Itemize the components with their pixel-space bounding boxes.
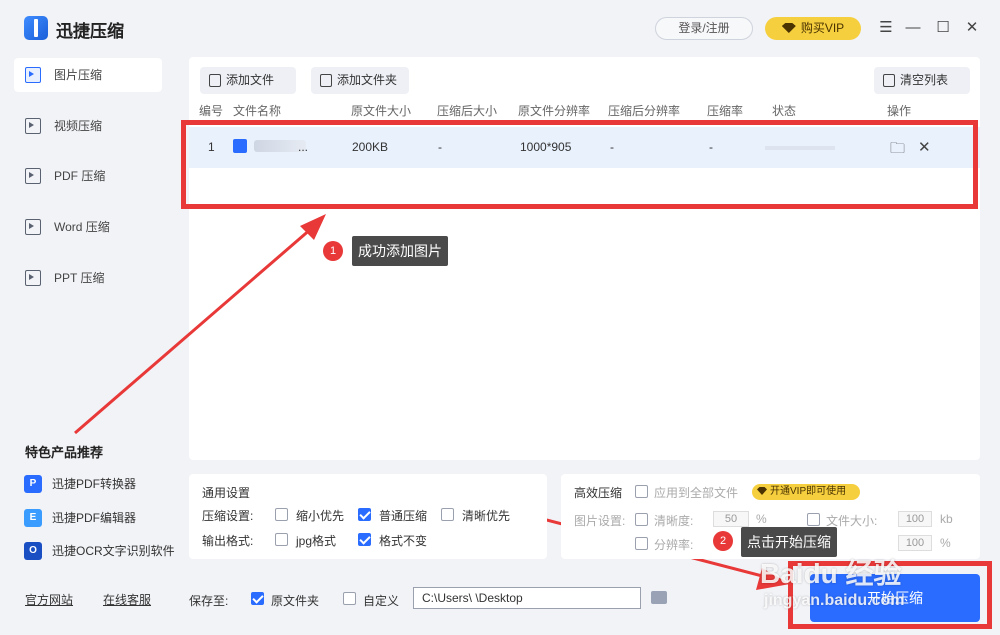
checkbox-jpg[interactable] (275, 533, 288, 546)
file-size-input[interactable]: 100 (898, 511, 932, 527)
clarity-label: 清晰度: (654, 514, 694, 528)
custom-folder-label: 自定义 (363, 594, 400, 608)
checkbox-apply-all[interactable] (635, 485, 648, 498)
vip-tag-label: 开通VIP即可使用 (770, 486, 847, 497)
checkbox-custom-folder[interactable] (343, 592, 356, 605)
checkbox-shrink-first[interactable] (275, 508, 288, 521)
option-keep-format: 格式不变 (379, 534, 428, 548)
general-settings-title: 通用设置 (202, 486, 251, 500)
baidu-watermark-url: jingyan.baidu.com (764, 592, 905, 609)
checkbox-resolution[interactable] (635, 537, 648, 550)
original-folder-label: 原文件夹 (271, 594, 320, 608)
clarity-unit: % (756, 512, 767, 526)
checkbox-clarity-first[interactable] (441, 508, 454, 521)
checkbox-original-folder[interactable] (251, 592, 264, 605)
resolution-unit: % (940, 536, 951, 550)
step1-callout: 成功添加图片 (352, 236, 448, 266)
option-normal-compress: 普通压缩 (379, 509, 428, 523)
step2-number: 2 (713, 531, 733, 551)
option-shrink-first: 缩小优先 (296, 509, 345, 523)
checkbox-keep-format[interactable] (358, 533, 371, 546)
vip-unlock-tag[interactable]: 开通VIP即可使用 (752, 484, 860, 500)
resolution-input[interactable]: 100 (898, 535, 932, 551)
vip-gem-icon (757, 487, 767, 495)
advanced-settings-title: 高效压缩 (574, 486, 623, 500)
checkbox-file-size[interactable] (807, 513, 820, 526)
image-settings-label: 图片设置: (574, 514, 626, 528)
browse-folder-icon[interactable] (651, 591, 667, 604)
resolution-label: 分辨率: (654, 538, 694, 552)
baidu-watermark: Baidu 经验 (760, 558, 902, 589)
output-format-label: 输出格式: (202, 534, 254, 548)
save-to-label: 保存至: (189, 594, 229, 608)
checkbox-clarity[interactable] (635, 513, 648, 526)
compress-settings-label: 压缩设置: (202, 509, 254, 523)
save-path-input[interactable]: C:\Users\ \Desktop (413, 587, 641, 609)
option-clarity-first: 清晰优先 (462, 509, 511, 523)
apply-all-label: 应用到全部文件 (654, 486, 739, 500)
file-size-unit: kb (940, 512, 953, 526)
clarity-input[interactable]: 50 (713, 511, 749, 527)
option-jpg: jpg格式 (296, 534, 337, 548)
checkbox-normal-compress[interactable] (358, 508, 371, 521)
step1-number: 1 (323, 241, 343, 261)
